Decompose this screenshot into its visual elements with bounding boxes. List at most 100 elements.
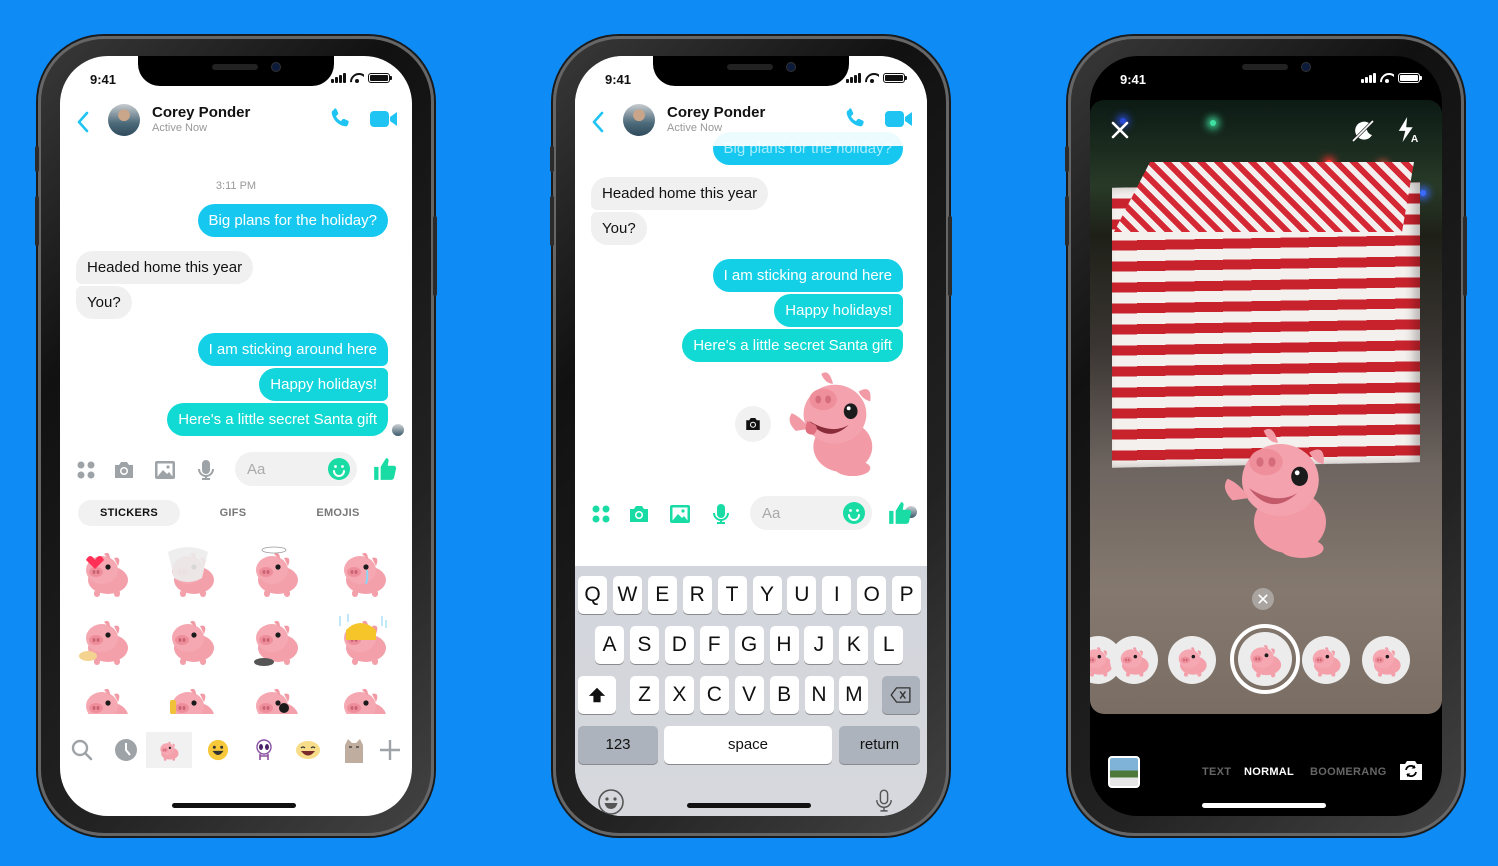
message-bubble[interactable]: Headed home this year — [591, 177, 769, 210]
night-mode-off-button[interactable] — [1350, 118, 1376, 149]
message-bubble[interactable]: You? — [591, 212, 647, 245]
key-j[interactable]: J — [804, 626, 834, 664]
message-bubble[interactable]: Big plans for the holiday? — [197, 204, 388, 237]
sticker-pig-winking[interactable] — [162, 610, 222, 670]
sticker-pig-running[interactable] — [334, 678, 394, 714]
sticker-pig-laughing[interactable] — [76, 678, 136, 714]
avatar[interactable] — [108, 104, 140, 136]
key-p[interactable]: P — [892, 576, 922, 614]
laughing-pack-icon[interactable] — [290, 732, 326, 768]
key-s[interactable]: S — [629, 626, 659, 664]
key-z[interactable]: Z — [630, 676, 659, 714]
key-q[interactable]: Q — [578, 576, 607, 614]
key-l[interactable]: L — [874, 626, 904, 664]
key-y[interactable]: Y — [752, 576, 782, 614]
key-m[interactable]: M — [839, 676, 869, 714]
message-bubble[interactable]: I am sticking around here — [712, 259, 903, 292]
key-b[interactable]: B — [769, 676, 799, 714]
message-input[interactable]: Aa — [750, 496, 872, 530]
carousel-sticker-pig-dizzy-stars[interactable] — [1168, 636, 1216, 684]
message-input[interactable]: Aa — [235, 452, 357, 486]
video-camera-icon[interactable] — [370, 110, 398, 128]
avatar[interactable] — [623, 104, 655, 136]
gallery-thumbnail[interactable] — [1108, 756, 1140, 788]
camera-icon[interactable] — [112, 458, 136, 482]
flash-auto-button[interactable]: A — [1396, 116, 1422, 149]
contact-name[interactable]: Corey Ponder — [152, 104, 250, 121]
message-bubble[interactable]: Here's a little secret Santa gift — [167, 403, 388, 436]
flip-camera-button[interactable] — [1398, 758, 1424, 787]
key-o[interactable]: O — [857, 576, 887, 614]
back-button[interactable] — [76, 110, 90, 137]
key-w[interactable]: W — [612, 576, 642, 614]
sticker-pig-donuts[interactable] — [76, 610, 136, 670]
mode-boomerang[interactable]: BOOMERANG — [1310, 766, 1387, 778]
key-r[interactable]: R — [682, 576, 712, 614]
key-h[interactable]: H — [769, 626, 799, 664]
message-bubble[interactable]: Happy holidays! — [774, 294, 903, 327]
sticker-pig-heart-eyes[interactable] — [76, 542, 136, 602]
key-k[interactable]: K — [839, 626, 869, 664]
key-u[interactable]: U — [787, 576, 817, 614]
camera-icon[interactable] — [627, 502, 651, 526]
key-d[interactable]: D — [664, 626, 694, 664]
key-c[interactable]: C — [699, 676, 729, 714]
sticker-pig-waving[interactable] — [781, 370, 885, 483]
key-e[interactable]: E — [647, 576, 677, 614]
pig-pack-icon[interactable] — [146, 732, 192, 768]
mode-normal[interactable]: NORMAL — [1244, 766, 1294, 778]
sticker-pig-eating-noodles[interactable] — [246, 610, 306, 670]
key-t[interactable]: T — [717, 576, 747, 614]
message-bubble[interactable]: Headed home this year — [76, 251, 254, 284]
mode-text[interactable]: TEXT — [1202, 766, 1231, 778]
pusheen-pack-icon[interactable] — [336, 732, 372, 768]
message-bubble[interactable]: I am sticking around here — [197, 333, 388, 366]
alien-pack-icon[interactable] — [246, 732, 282, 768]
thumbs-up-icon[interactable] — [372, 456, 397, 480]
numbers-key[interactable]: 123 — [578, 726, 658, 764]
shift-key[interactable] — [578, 676, 616, 714]
smiley-pack-icon[interactable] — [200, 732, 236, 768]
key-i[interactable]: I — [822, 576, 852, 614]
tab-gifs[interactable]: GIFS — [200, 500, 266, 526]
video-camera-icon[interactable] — [885, 110, 913, 128]
contact-name[interactable]: Corey Ponder — [667, 104, 765, 121]
recent-clock-icon[interactable] — [108, 732, 144, 768]
phone-icon[interactable] — [328, 106, 352, 130]
sticker-pig-lying-drink[interactable] — [162, 678, 222, 714]
photo-icon[interactable] — [668, 502, 692, 526]
microphone-icon[interactable] — [194, 458, 218, 482]
remove-sticker-button[interactable] — [1252, 588, 1274, 610]
delete-key[interactable] — [882, 676, 920, 714]
key-x[interactable]: X — [664, 676, 694, 714]
key-a[interactable]: A — [595, 626, 624, 664]
message-bubble[interactable]: Here's a little secret Santa gift — [682, 329, 903, 362]
sticker-pig-cone-collar[interactable] — [162, 542, 222, 602]
apps-icon[interactable] — [74, 458, 98, 482]
carousel-sticker-pig-lying[interactable] — [1110, 636, 1158, 684]
sticker-pig-crying[interactable] — [334, 542, 394, 602]
sticker-pig-big-eyes[interactable] — [246, 678, 306, 714]
search-icon[interactable] — [64, 732, 100, 768]
photo-icon[interactable] — [153, 458, 177, 482]
key-n[interactable]: N — [804, 676, 834, 714]
close-camera-button[interactable] — [1110, 120, 1130, 140]
message-bubble[interactable]: You? — [76, 286, 132, 319]
carousel-sticker-pig-sneaky[interactable] — [1362, 636, 1410, 684]
key-v[interactable]: V — [734, 676, 764, 714]
home-indicator[interactable] — [1202, 803, 1326, 808]
ar-sticker-pig[interactable] — [1218, 426, 1338, 563]
home-indicator[interactable] — [687, 803, 811, 808]
key-g[interactable]: G — [734, 626, 764, 664]
tab-emojis[interactable]: EMOJIS — [300, 500, 376, 526]
sticker-pig-dizzy[interactable] — [246, 542, 306, 602]
phone-icon[interactable] — [843, 106, 867, 130]
carousel-sticker-pig-tongue[interactable] — [1302, 636, 1350, 684]
carousel-selected-pig-waving[interactable] — [1230, 624, 1300, 694]
return-key[interactable]: return — [839, 726, 920, 764]
space-key[interactable]: space — [664, 726, 832, 764]
add-icon[interactable] — [372, 732, 408, 768]
microphone-icon[interactable] — [709, 502, 733, 526]
sticker-pig-raincoat[interactable] — [334, 610, 394, 670]
message-bubble[interactable]: Happy holidays! — [259, 368, 388, 401]
